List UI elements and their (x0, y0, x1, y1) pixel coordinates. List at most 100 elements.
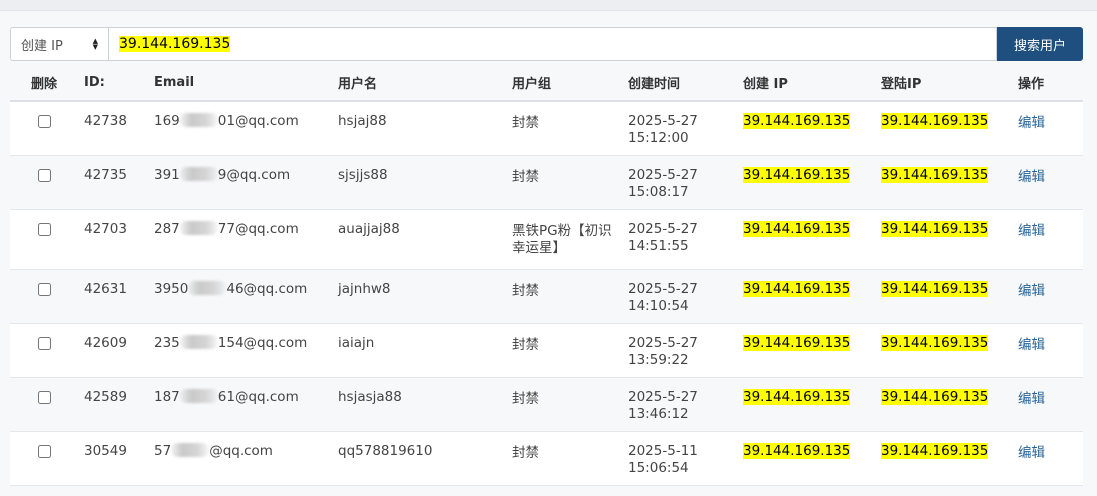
row-edit-link[interactable]: 编辑 (1018, 115, 1045, 132)
redaction-blur (179, 388, 218, 403)
row-created-clock: 14:51:55 (628, 237, 689, 254)
row-delete-cell (10, 209, 78, 270)
row-email: 235 154@qq.com (148, 323, 332, 378)
row-created-ip-value: 39.144.169.135 (743, 113, 851, 129)
row-delete-cell (10, 101, 78, 156)
row-created-date: 2025-5-27 (628, 388, 698, 405)
row-created-ip: 39.144.169.135 (737, 269, 875, 324)
row-created-time: 2025-5-27 15:08:17 (622, 155, 737, 210)
row-login-ip-value: 39.144.169.135 (881, 388, 989, 405)
row-edit-link[interactable]: 编辑 (1018, 337, 1045, 354)
redaction-blur (179, 166, 218, 181)
row-delete-cell (10, 155, 78, 210)
row-created-clock: 15:06:54 (628, 459, 689, 476)
row-created-clock: 13:59:22 (628, 351, 689, 368)
row-email: 287 77@qq.com (148, 209, 332, 270)
redaction-blur (171, 442, 210, 457)
row-edit-link[interactable]: 编辑 (1018, 445, 1045, 462)
row-group: 封禁 (506, 269, 622, 324)
table-header-row: 删除 ID: Email 用户名 用户组 创建时间 创建 IP 登陆IP 操作 (10, 64, 1083, 102)
row-id: 42738 (78, 101, 148, 156)
row-username: qq578819610 (332, 431, 506, 486)
row-email-suffix: 154@qq.com (217, 334, 308, 351)
row-created-time: 2025-5-27 15:12:00 (622, 101, 737, 156)
row-edit-link[interactable]: 编辑 (1018, 223, 1045, 240)
row-action: 编辑 (1012, 101, 1083, 156)
row-login-ip-value: 39.144.169.135 (881, 113, 989, 129)
row-group: 封禁 (506, 101, 622, 156)
row-group: 黑铁PG粉【初识幸运星】 (506, 209, 622, 270)
redaction-blur (188, 280, 227, 295)
row-created-time: 2025-5-11 15:06:54 (622, 431, 737, 486)
row-group: 封禁 (506, 431, 622, 486)
row-created-ip-value: 39.144.169.135 (743, 280, 851, 297)
row-created-date: 2025-5-27 (628, 220, 698, 237)
row-delete-checkbox[interactable] (37, 336, 51, 350)
row-edit-link[interactable]: 编辑 (1018, 283, 1045, 300)
row-login-ip-value: 39.144.169.135 (881, 280, 989, 297)
row-created-ip-value: 39.144.169.135 (743, 166, 851, 183)
header-group: 用户组 (506, 64, 622, 102)
row-email-prefix: 169 (154, 113, 180, 129)
row-edit-link[interactable]: 编辑 (1018, 169, 1045, 186)
row-created-ip: 39.144.169.135 (737, 155, 875, 210)
row-email-suffix: 46@qq.com (226, 280, 308, 297)
row-delete-cell (10, 431, 78, 486)
row-email-suffix: 01@qq.com (217, 113, 299, 129)
row-created-time: 2025-5-27 13:59:22 (622, 323, 737, 378)
row-created-date: 2025-5-27 (628, 113, 698, 129)
search-input[interactable]: 39.144.169.135 (108, 27, 997, 61)
row-login-ip-value: 39.144.169.135 (881, 334, 989, 351)
table-row: 42703 287 77@qq.com auajjaj88 黑铁PG粉【初识幸运星】 20… (10, 209, 1083, 270)
row-email: 187 61@qq.com (148, 377, 332, 432)
row-delete-checkbox[interactable] (37, 282, 51, 296)
row-created-ip: 39.144.169.135 (737, 101, 875, 156)
row-login-ip: 39.144.169.135 (875, 431, 1012, 486)
row-created-time: 2025-5-27 13:46:12 (622, 377, 737, 432)
row-login-ip: 39.144.169.135 (875, 101, 1012, 156)
row-email: 169 01@qq.com (148, 101, 332, 156)
row-login-ip-value: 39.144.169.135 (881, 442, 989, 459)
row-group: 封禁 (506, 323, 622, 378)
row-delete-checkbox[interactable] (37, 444, 51, 458)
header-action: 操作 (1012, 64, 1083, 102)
row-delete-checkbox[interactable] (37, 168, 51, 182)
table-row: 42738 169 01@qq.com hsjaj88 封禁 2025-5-27 15:12… (10, 101, 1083, 156)
row-id: 30549 (78, 431, 148, 486)
header-login-ip: 登陆IP (875, 64, 1012, 102)
row-delete-checkbox[interactable] (37, 222, 51, 236)
row-action: 编辑 (1012, 377, 1083, 432)
redaction-blur (179, 334, 218, 349)
row-edit-link[interactable]: 编辑 (1018, 391, 1045, 408)
row-id: 42609 (78, 323, 148, 378)
row-delete-cell (10, 377, 78, 432)
redaction-blur (179, 220, 218, 235)
search-input-value: 39.144.169.135 (119, 36, 231, 52)
table-row: 42609 235 154@qq.com iaiajn 封禁 2025-5-27 13:59… (10, 323, 1083, 378)
row-username: hsjasja88 (332, 377, 506, 432)
row-created-clock: 15:12:00 (628, 130, 689, 146)
row-username: jajnhw8 (332, 269, 506, 324)
row-login-ip-value: 39.144.169.135 (881, 166, 989, 183)
search-user-button[interactable]: 搜索用户 (997, 27, 1083, 61)
row-created-ip-value: 39.144.169.135 (743, 388, 851, 405)
header-created-ip: 创建 IP (737, 64, 875, 102)
row-created-date: 2025-5-27 (628, 166, 698, 183)
table-row: 30549 57 @qq.com qq578819610 封禁 2025-5-11 15:0… (10, 431, 1083, 486)
search-field-select[interactable]: 创建 IP ▲ ▼ (10, 27, 108, 61)
row-action: 编辑 (1012, 269, 1083, 324)
row-login-ip: 39.144.169.135 (875, 323, 1012, 378)
row-username: sjsjjs88 (332, 155, 506, 210)
row-created-clock: 15:08:17 (628, 183, 689, 200)
row-email-prefix: 391 (154, 166, 180, 183)
row-action: 编辑 (1012, 323, 1083, 378)
row-login-ip: 39.144.169.135 (875, 155, 1012, 210)
row-delete-cell (10, 269, 78, 324)
row-email-prefix: 287 (154, 220, 180, 237)
table-row: 42631 3950 46@qq.com jajnhw8 封禁 2025-5-27 14:1… (10, 269, 1083, 324)
row-created-ip-value: 39.144.169.135 (743, 220, 851, 237)
row-action: 编辑 (1012, 155, 1083, 210)
row-delete-checkbox[interactable] (37, 390, 51, 404)
search-field-select-value: 创建 IP (21, 38, 63, 54)
row-delete-checkbox[interactable] (37, 115, 51, 128)
